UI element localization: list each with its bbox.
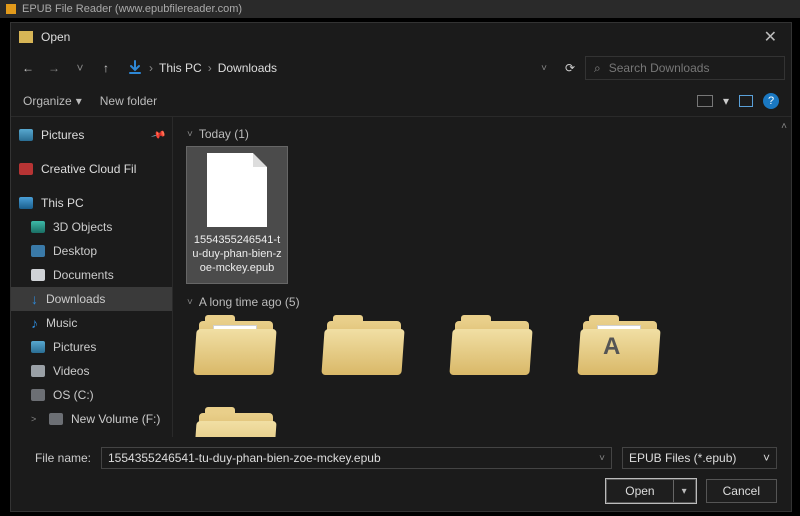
refresh-button[interactable]: ⟳ <box>559 61 581 75</box>
forward-button[interactable]: → <box>43 57 65 79</box>
sidebar-item-desktop[interactable]: Desktop <box>11 239 172 263</box>
up-button[interactable]: ↑ <box>95 57 117 79</box>
breadcrumb[interactable]: › This PC › Downloads ˅ <box>121 60 555 76</box>
folder-item[interactable] <box>315 315 415 379</box>
chevron-down-icon[interactable]: ˅ <box>599 453 605 464</box>
open-button[interactable]: Open ▾ <box>606 479 695 503</box>
folder-icon <box>19 31 33 43</box>
pictures-icon <box>19 129 33 141</box>
file-list[interactable]: ˄ ˅ Today (1) 1554355246541-tu-duy-phan-… <box>173 117 791 437</box>
open-dialog: Open ✕ ← → ˅ ↑ › This PC › Downloads ˅ ⟳… <box>10 22 792 512</box>
scroll-up-icon[interactable]: ˄ <box>781 121 787 132</box>
filename-label: File name: <box>25 451 91 465</box>
folder-item[interactable] <box>187 315 287 379</box>
organize-button[interactable]: Organize ▾ <box>23 94 82 108</box>
file-item-epub[interactable]: 1554355246541-tu-duy-phan-bien-zoe-mckey… <box>187 147 287 283</box>
folder-icon <box>319 315 411 379</box>
sidebar-item-pictures-quick[interactable]: Pictures 📌 <box>11 123 172 147</box>
drive-icon <box>49 413 63 425</box>
chevron-down-icon: ▾ <box>76 94 82 108</box>
sidebar-item-documents[interactable]: Documents <box>11 263 172 287</box>
breadcrumb-dropdown[interactable]: ˅ <box>541 63 547 74</box>
download-arrow-icon <box>127 60 143 76</box>
adobe-icon: A <box>603 333 620 361</box>
pc-icon <box>19 197 33 209</box>
search-placeholder: Search Downloads <box>609 61 710 75</box>
dialog-title-bar: Open ✕ <box>11 23 791 51</box>
folder-icon <box>447 315 539 379</box>
desktop-icon <box>31 245 45 257</box>
back-button[interactable]: ← <box>17 57 39 79</box>
pin-icon: 📌 <box>150 127 166 143</box>
sidebar: Pictures 📌 Creative Cloud Fil This PC 3D… <box>11 117 173 437</box>
creative-cloud-icon <box>19 163 33 175</box>
folder-item[interactable]: A <box>571 315 671 379</box>
download-icon: ↓ <box>31 292 38 306</box>
folder-item[interactable] <box>443 315 543 379</box>
close-button[interactable]: ✕ <box>758 27 783 47</box>
cancel-button[interactable]: Cancel <box>706 479 777 503</box>
folder-icon: A <box>575 315 667 379</box>
toolbar: Organize ▾ New folder ▾ ? <box>11 85 791 117</box>
folder-icon <box>191 315 283 379</box>
search-input[interactable]: ⌕ Search Downloads <box>585 56 785 80</box>
sidebar-item-os-c[interactable]: OS (C:) <box>11 383 172 407</box>
music-icon: ♪ <box>31 316 38 330</box>
breadcrumb-this-pc[interactable]: This PC <box>159 61 202 75</box>
chevron-down-icon: ˅ <box>187 129 193 140</box>
documents-icon <box>31 269 45 281</box>
file-type-select[interactable]: EPUB Files (*.epub) ˅ <box>622 447 777 469</box>
breadcrumb-downloads[interactable]: Downloads <box>218 61 277 75</box>
help-button[interactable]: ? <box>763 93 779 109</box>
sidebar-item-creative-cloud[interactable]: Creative Cloud Fil <box>11 157 172 181</box>
chevron-down-icon: ˅ <box>187 297 193 308</box>
folder-item[interactable] <box>187 407 287 437</box>
search-icon: ⌕ <box>594 61 601 76</box>
app-title-bar: EPUB File Reader (www.epubfilereader.com… <box>0 0 800 18</box>
sidebar-item-this-pc[interactable]: This PC <box>11 191 172 215</box>
pictures-icon <box>31 341 45 353</box>
app-title-text: EPUB File Reader (www.epubfilereader.com… <box>22 3 242 15</box>
view-mode-button[interactable] <box>697 95 713 107</box>
sidebar-item-downloads[interactable]: ↓ Downloads <box>11 287 172 311</box>
sidebar-item-3d-objects[interactable]: 3D Objects <box>11 215 172 239</box>
dialog-footer: File name: 1554355246541-tu-duy-phan-bie… <box>11 437 791 515</box>
3d-objects-icon <box>31 221 45 233</box>
sidebar-item-music[interactable]: ♪ Music <box>11 311 172 335</box>
app-icon <box>6 4 16 14</box>
chevron-right-icon: › <box>149 61 153 75</box>
videos-icon <box>31 365 45 377</box>
chevron-down-icon[interactable]: ▾ <box>723 94 729 108</box>
dialog-title: Open <box>41 30 70 44</box>
drive-icon <box>31 389 45 401</box>
recent-locations-button[interactable]: ˅ <box>69 57 91 79</box>
chevron-down-icon: ˅ <box>763 451 770 465</box>
expand-icon[interactable]: ˃ <box>31 414 41 424</box>
sidebar-item-videos[interactable]: Videos <box>11 359 172 383</box>
body-area: Pictures 📌 Creative Cloud Fil This PC 3D… <box>11 117 791 437</box>
chevron-right-icon: › <box>208 61 212 75</box>
new-folder-button[interactable]: New folder <box>100 94 157 108</box>
group-header-today[interactable]: ˅ Today (1) <box>187 127 777 141</box>
file-name-label: 1554355246541-tu-duy-phan-bien-zoe-mckey… <box>191 233 283 275</box>
file-thumbnail-icon <box>207 153 267 227</box>
preview-pane-button[interactable] <box>739 95 753 107</box>
nav-row: ← → ˅ ↑ › This PC › Downloads ˅ ⟳ ⌕ Sear… <box>11 51 791 85</box>
folder-icon <box>191 407 283 437</box>
open-split-dropdown[interactable]: ▾ <box>674 480 695 502</box>
filename-input[interactable]: 1554355246541-tu-duy-phan-bien-zoe-mckey… <box>101 447 612 469</box>
sidebar-item-pictures[interactable]: Pictures <box>11 335 172 359</box>
group-header-long-ago[interactable]: ˅ A long time ago (5) <box>187 295 777 309</box>
sidebar-item-new-volume-f[interactable]: ˃ New Volume (F:) <box>11 407 172 431</box>
